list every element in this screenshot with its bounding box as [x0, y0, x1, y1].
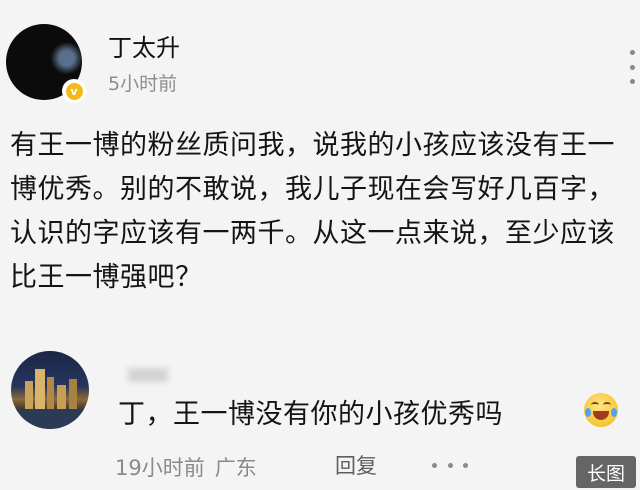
reply-meta: 19小时前 广东 — [115, 452, 257, 482]
long-image-badge: 长图 — [576, 456, 636, 488]
reply-location: 广东 — [214, 456, 257, 480]
post-body-text: 有王一博的粉丝质问我，说我的小孩应该没有王一博优秀。别的不敢说，我儿子现在会写好… — [10, 130, 615, 293]
laughing-crying-emoji-icon — [584, 393, 618, 427]
reply-username-redacted — [128, 368, 168, 382]
reply-more-icon[interactable] — [432, 462, 468, 468]
post-timestamp: 5小时前 — [108, 73, 178, 95]
more-options-icon[interactable] — [628, 50, 636, 84]
reply-timestamp: 19小时前 — [115, 456, 205, 480]
reply-button[interactable]: 回复 — [335, 450, 377, 480]
reply-text: 丁，王一博没有你的小孩优秀吗 — [118, 399, 503, 430]
author-name[interactable]: 丁太升 — [108, 28, 180, 63]
verified-badge-icon: v — [62, 79, 86, 103]
reply-avatar[interactable] — [11, 351, 89, 429]
weibo-post-card: v 丁太升 5小时前 有王一博的粉丝质问我，说我的小孩应该没有王一博优秀。别的不… — [0, 0, 640, 490]
